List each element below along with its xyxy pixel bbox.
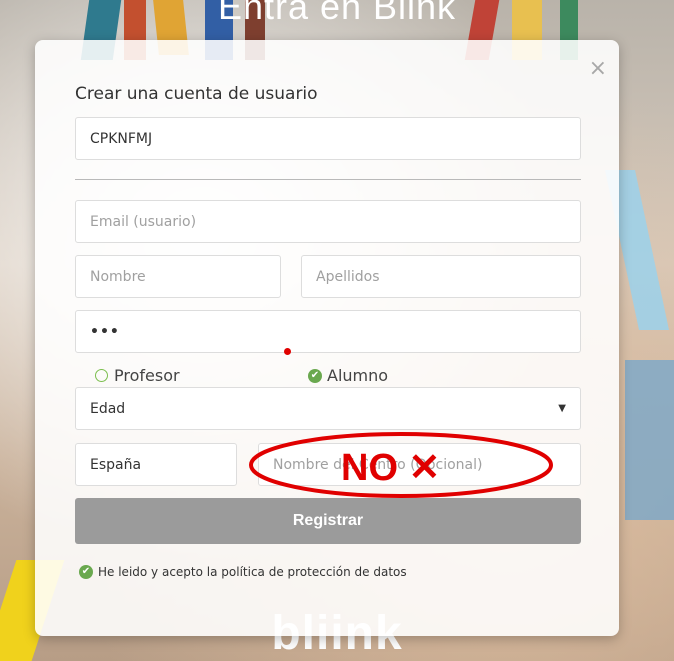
password-value: ••• xyxy=(90,323,120,340)
class-code-value: CPKNFMJ xyxy=(90,130,153,147)
radio-unchecked-icon xyxy=(95,369,108,382)
checkmark-icon: ✔ xyxy=(308,368,322,383)
page-title: Entra en Blink xyxy=(217,0,457,27)
email-field[interactable]: Email (usuario) xyxy=(75,200,581,243)
handwritten-annotation: NO ✕ xyxy=(249,432,553,498)
checkmark-icon: ✔ xyxy=(79,565,93,579)
email-placeholder: Email (usuario) xyxy=(90,213,197,230)
first-name-field[interactable]: Nombre xyxy=(75,255,281,298)
red-dot-annotation xyxy=(284,348,291,355)
country-value: España xyxy=(90,456,142,473)
country-field[interactable]: España xyxy=(75,443,237,486)
dropdown-arrow-icon: ▼ xyxy=(558,403,566,414)
modal-title: Crear una cuenta de usuario xyxy=(75,84,318,104)
role-option-profesor[interactable]: Profesor xyxy=(95,366,180,385)
password-field[interactable]: ••• xyxy=(75,310,581,353)
signup-modal: × Crear una cuenta de usuario CPKNFMJ Em… xyxy=(35,40,619,636)
role-option-alumno[interactable]: ✔ Alumno xyxy=(308,366,388,385)
last-name-field[interactable]: Apellidos xyxy=(301,255,581,298)
terms-label: He leido y acepto la política de protecc… xyxy=(98,565,407,579)
close-icon[interactable]: × xyxy=(589,58,607,80)
first-name-placeholder: Nombre xyxy=(90,268,146,285)
pencil-decoration xyxy=(625,360,674,520)
role-label: Profesor xyxy=(114,366,180,385)
age-select[interactable]: Edad ▼ xyxy=(75,387,581,430)
annotation-text: NO ✕ xyxy=(341,447,440,489)
class-code-field[interactable]: CPKNFMJ xyxy=(75,117,581,160)
age-select-value: Edad xyxy=(90,400,126,417)
terms-checkbox[interactable]: ✔ He leido y acepto la política de prote… xyxy=(79,565,407,579)
last-name-placeholder: Apellidos xyxy=(316,268,380,285)
role-label: Alumno xyxy=(327,366,389,385)
divider xyxy=(75,179,581,180)
